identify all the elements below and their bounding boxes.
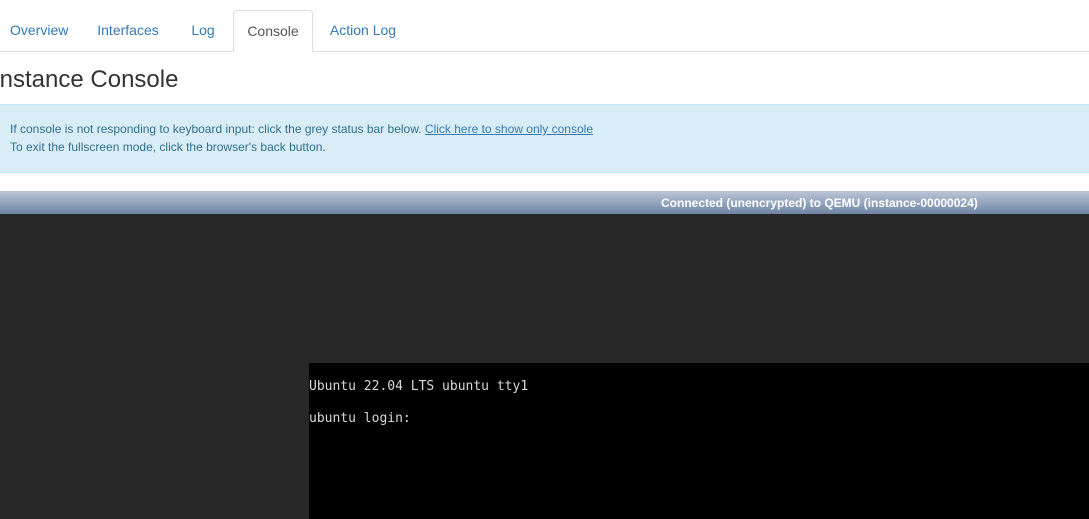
info-instruction-text: If console is not responding to keyboard… [10,122,425,136]
tab-bar: Overview Interfaces Log Console Action L… [0,0,1089,52]
info-line-2: To exit the fullscreen mode, click the b… [10,140,326,154]
terminal-line: Ubuntu 22.04 LTS ubuntu tty1 [309,379,529,394]
tab-action-log[interactable]: Action Log [320,10,406,52]
console-viewport[interactable]: Ubuntu 22.04 LTS ubuntu tty1 ubuntu logi… [0,214,1089,519]
info-line-1: If console is not responding to keyboard… [10,122,593,136]
page-title: Instance Console [0,66,179,93]
tab-overview[interactable]: Overview [0,10,76,52]
console-status-bar[interactable]: Connected (unencrypted) to QEMU (instanc… [0,191,1089,214]
connection-status-text: Connected (unencrypted) to QEMU (instanc… [661,196,978,210]
info-alert: If console is not responding to keyboard… [0,104,1089,173]
tab-console[interactable]: Console [233,10,313,52]
tab-interfaces[interactable]: Interfaces [88,10,168,52]
show-only-console-link[interactable]: Click here to show only console [425,122,593,136]
console-screen[interactable]: Ubuntu 22.04 LTS ubuntu tty1 ubuntu logi… [309,363,1089,519]
terminal-login-prompt: ubuntu login: [309,411,411,426]
tab-log[interactable]: Log [180,10,226,52]
